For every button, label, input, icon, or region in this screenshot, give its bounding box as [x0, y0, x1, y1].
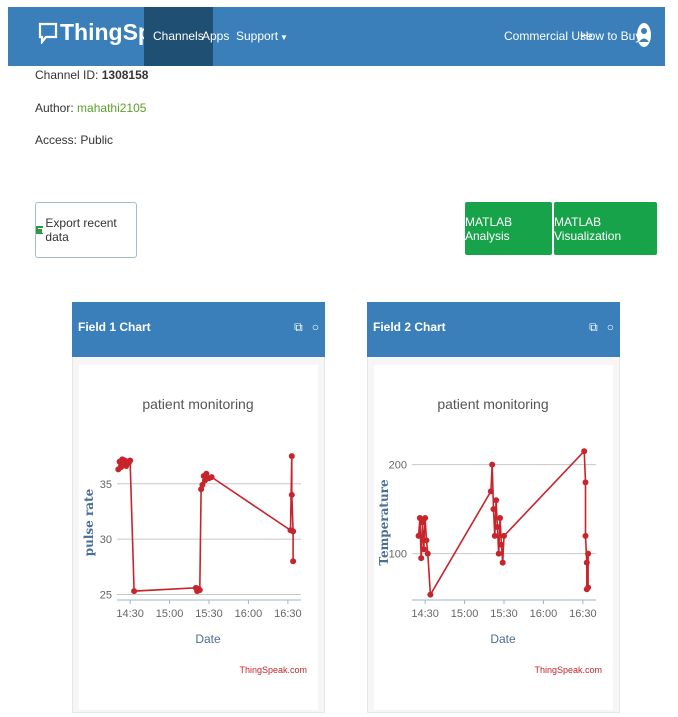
chart-credit: ThingSpeak.com — [534, 665, 602, 675]
export-label: Export recent data — [45, 216, 117, 244]
y-axis-label: Temperature — [377, 479, 391, 566]
comment-icon[interactable]: ○ — [312, 320, 319, 334]
y-tick-label: 100 — [389, 549, 407, 561]
nav-support[interactable]: Support ▼ — [236, 7, 288, 66]
field-2-body: patient monitoring 100 200 14:30 15:00 15:30 1… — [367, 357, 620, 713]
field-2-title: Field 2 Chart — [373, 320, 446, 334]
data-point — [499, 559, 506, 566]
data-point — [489, 461, 496, 468]
x-tick-label: 14:30 — [116, 608, 144, 620]
matlab-analysis-button[interactable]: MATLAB Analysis — [465, 202, 552, 255]
external-link-icon[interactable]: ⧉ — [589, 320, 598, 334]
data-point — [501, 532, 507, 539]
data-point — [418, 555, 425, 562]
field-2-panel: Field 2 Chart ⧉ ○ patient monitoring 100 20… — [367, 302, 620, 713]
data-point — [127, 457, 134, 464]
data-point — [491, 532, 498, 539]
y-tick-label: 25 — [100, 589, 112, 601]
x-axis-label: Date — [195, 632, 221, 646]
data-point — [288, 453, 295, 460]
author-label: Author: — [35, 101, 74, 115]
data-point — [495, 550, 502, 557]
channel-access: Access: Public — [35, 133, 114, 147]
user-avatar-icon[interactable] — [636, 21, 652, 54]
chat-bubble-icon — [38, 22, 58, 46]
data-point — [290, 558, 297, 565]
y-tick-label: 200 — [389, 460, 407, 472]
x-axis-label: Date — [490, 632, 516, 646]
y-tick-label: 30 — [100, 534, 112, 546]
channel-author: Author: mahathi2105 — [35, 101, 146, 115]
data-point — [422, 515, 429, 522]
data-point — [415, 532, 422, 539]
field-1-header: Field 1 Chart ⧉ ○ — [72, 302, 325, 357]
field-1-chart-svg: patient monitoring 25 30 35 14:30 15:00 15:30 1… — [82, 396, 307, 675]
x-tick-label: 16:00 — [530, 608, 558, 620]
field-1-chart[interactable]: patient monitoring 25 30 35 14:30 15:00 15:30 1… — [79, 365, 318, 710]
channel-id-value: 1308158 — [101, 68, 149, 82]
data-point — [498, 541, 505, 548]
data-point — [288, 491, 295, 498]
chart-title: patient monitoring — [437, 396, 548, 412]
data-point — [196, 587, 203, 594]
field-1-panel: Field 1 Chart ⧉ ○ patient monitoring 25 30 3… — [72, 302, 325, 713]
comment-icon[interactable]: ○ — [607, 320, 614, 334]
x-tick-label: 15:00 — [451, 608, 479, 620]
data-point — [131, 588, 138, 595]
export-recent-data-button[interactable]: Export recent data — [35, 202, 137, 258]
nav-channels-label: Channels — [153, 29, 204, 43]
data-point — [493, 497, 500, 504]
data-point — [490, 506, 497, 513]
y-tick-label: 35 — [100, 479, 112, 491]
data-point — [494, 523, 501, 530]
y-axis-label: pulse rate — [82, 488, 96, 556]
field-2-header: Field 2 Chart ⧉ ○ — [367, 302, 620, 357]
x-tick-label: 14:30 — [411, 608, 439, 620]
top-navbar: ThingSpeakTM Channels Apps Support▼ Comm… — [8, 7, 665, 66]
x-tick-label: 16:30 — [569, 608, 597, 620]
x-tick-label: 15:30 — [195, 608, 223, 620]
data-point — [427, 591, 434, 598]
x-tick-label: 15:30 — [490, 608, 518, 620]
external-link-icon[interactable]: ⧉ — [294, 320, 303, 334]
channel-id: Channel ID: 1308158 — [35, 68, 148, 82]
matlab-analysis-label: MATLAB Analysis — [465, 214, 513, 243]
data-point — [424, 550, 431, 557]
matlab-visualization-label: MATLAB Visualization — [554, 214, 622, 243]
data-point — [582, 532, 589, 539]
external-link-icon — [36, 226, 44, 234]
data-point — [585, 550, 592, 557]
nav-apps-label: Apps — [202, 29, 230, 43]
data-point — [208, 474, 215, 481]
data-point — [423, 537, 430, 544]
channel-id-label: Channel ID: — [35, 68, 99, 82]
data-point — [585, 584, 592, 591]
series-line — [417, 449, 589, 598]
chart-credit: ThingSpeak.com — [239, 665, 307, 675]
data-point — [583, 559, 590, 566]
chart-title: patient monitoring — [142, 396, 253, 412]
chevron-down-icon: ▼ — [280, 33, 288, 42]
nav-how-to-buy-label: How to Buy — [580, 29, 642, 43]
nav-support-label: Support — [236, 29, 279, 43]
x-tick-label: 16:00 — [235, 608, 263, 620]
nav-apps[interactable]: Apps — [202, 7, 229, 66]
data-point — [582, 479, 589, 486]
matlab-visualization-button[interactable]: MATLAB Visualization — [554, 202, 657, 255]
x-tick-label: 15:00 — [156, 608, 184, 620]
field-2-chart[interactable]: patient monitoring 100 200 14:30 15:00 15:30 1… — [374, 365, 613, 710]
field-1-body: patient monitoring 25 30 35 14:30 15:00 15:30 1… — [72, 357, 325, 713]
data-point — [581, 448, 588, 455]
data-point — [497, 515, 504, 522]
field-1-title: Field 1 Chart — [78, 320, 151, 334]
data-point — [487, 488, 494, 495]
field-2-chart-svg: patient monitoring 100 200 14:30 15:00 15:30 1… — [377, 396, 602, 675]
x-tick-label: 16:30 — [274, 608, 302, 620]
nav-how-to-buy[interactable]: How to Buy — [580, 7, 641, 66]
data-point — [290, 528, 297, 535]
author-link[interactable]: mahathi2105 — [77, 101, 146, 115]
